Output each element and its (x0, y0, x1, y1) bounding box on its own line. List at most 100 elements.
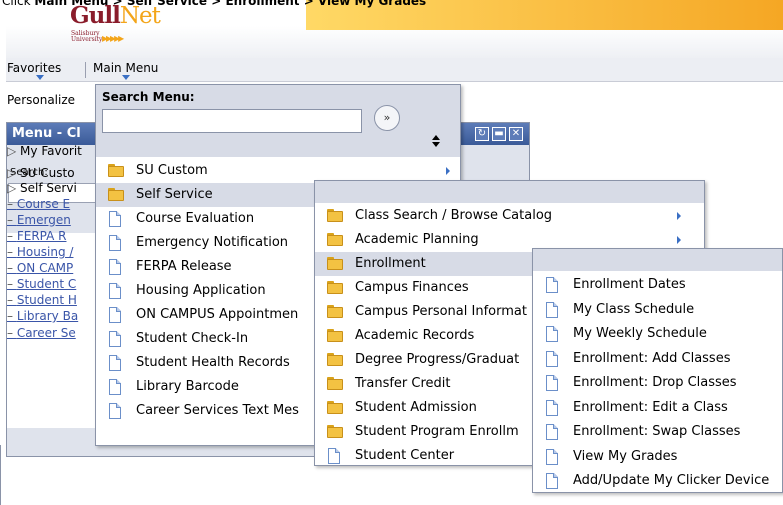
menu-level1-item-label: ON CAMPUS Appointmen (136, 307, 299, 322)
search-menu-input[interactable] (102, 109, 362, 133)
chevron-right-icon (446, 167, 450, 175)
document-icon (545, 277, 561, 293)
tree-link[interactable]: – Housing / (7, 245, 73, 259)
instruction-prefix: Click (2, 0, 35, 8)
tree-link[interactable]: – Student H (7, 293, 77, 307)
menu-level3-item[interactable]: Enrollment: Edit a Class (533, 396, 782, 420)
menu-level3-item-label: My Class Schedule (573, 301, 695, 317)
screen: GullNet Salisbury University ▸▸▸▸▸ Click… (0, 0, 783, 505)
menu-level1-item-label: Student Check-In (136, 331, 249, 346)
menu-level1-item-label: Emergency Notification (136, 235, 289, 250)
folder-icon (108, 163, 124, 178)
folder-icon (327, 256, 343, 271)
folder-icon (327, 424, 343, 439)
chevron-right-icon (677, 236, 681, 244)
tree-folder-node[interactable]: ▷ SU Custo (7, 166, 75, 180)
tree-link[interactable]: – Career Se (7, 326, 76, 340)
nav-favorites[interactable]: Favorites (7, 61, 61, 75)
pagelet-title: Menu - Cl (12, 126, 81, 141)
instruction-caption: Click Main Menu > Self Service > Enrollm… (2, 0, 426, 8)
nav-main-menu[interactable]: Main Menu (93, 61, 158, 75)
tree-dash-icon: – (7, 229, 17, 243)
document-icon (108, 211, 124, 227)
folder-icon (327, 280, 343, 295)
folder-icon (327, 376, 343, 391)
menu-level3-item[interactable]: View My Grades (533, 445, 782, 469)
menu-level1-item-label: Housing Application (136, 283, 266, 298)
tree-link[interactable]: – Student C (7, 277, 76, 291)
tree-label: Student H (16, 293, 77, 307)
tree-label: Housing / (16, 245, 74, 259)
menu-level3-item[interactable]: Enrollment: Swap Classes (533, 420, 782, 444)
sort-icon[interactable] (431, 135, 441, 151)
expand-triangle-icon: ▷ (7, 166, 21, 180)
menu-level2-item-label: Academic Planning (355, 232, 479, 247)
tree-link[interactable]: – ON CAMP (7, 261, 73, 275)
tree-folder-node[interactable]: ▷ My Favorit (7, 144, 82, 158)
tree-link[interactable]: – FERPA R (7, 229, 66, 243)
logo-arrows-icon: ▸▸▸▸▸ (102, 31, 124, 45)
refresh-icon[interactable]: ↻ (475, 127, 489, 141)
menu-level2-item-label: Degree Progress/Graduat (355, 352, 520, 367)
chevron-right-icon (677, 212, 681, 220)
submenu-header-strip (533, 249, 782, 271)
tree-dash-icon: – (7, 261, 17, 275)
logo-institution-line2: University (71, 36, 103, 43)
menu-level2-item-label: Student Admission (355, 400, 477, 415)
folder-icon (327, 352, 343, 367)
tree-label: Student C (16, 277, 77, 291)
gullnet-logo[interactable]: GullNet Salisbury University ▸▸▸▸▸ (70, 2, 190, 54)
document-icon (545, 473, 561, 489)
menu-level2-item[interactable]: Class Search / Browse Catalog (315, 204, 704, 228)
document-icon (545, 350, 561, 367)
tree-dash-icon: – (7, 213, 17, 227)
menu-level3-item[interactable]: Enrollment Dates (533, 273, 782, 297)
tree-folder-node[interactable]: ▷ Self Servi (7, 181, 77, 195)
minimize-icon[interactable]: ▬ (492, 127, 506, 141)
search-go-button[interactable]: » (374, 105, 400, 131)
document-icon (108, 379, 124, 395)
menu-level3-item[interactable]: My Class Schedule (533, 298, 782, 322)
tree-dash-icon: – (7, 293, 17, 307)
menu-level2-item-label: Campus Finances (355, 280, 469, 295)
menu-level1-item-label: SU Custom (136, 163, 208, 178)
menu-level3-item[interactable]: Enrollment: Drop Classes (533, 371, 782, 395)
menu-level2-item-label: Enrollment (355, 256, 426, 271)
menu-level3-item[interactable]: Enrollment: Add Classes (533, 347, 782, 371)
main-menu-chevron-down-icon[interactable] (122, 75, 130, 80)
menu-level2-item-label: Academic Records (355, 328, 475, 343)
header-band: GullNet Salisbury University ▸▸▸▸▸ (6, 0, 783, 58)
menu-level1-item-label: Self Service (136, 187, 213, 202)
tree-dash-icon: – (7, 197, 17, 211)
document-icon (545, 301, 561, 318)
close-icon[interactable]: ✕ (509, 127, 523, 141)
folder-icon (108, 187, 124, 202)
folder-icon (327, 208, 343, 223)
menu-level2-item-label: Transfer Credit (355, 376, 451, 391)
document-icon (545, 399, 561, 416)
tree-label: Emergen (16, 213, 71, 227)
menu-level3-item-label: My Weekly Schedule (573, 326, 707, 341)
tree-dash-icon: – (7, 326, 17, 340)
personalize-link[interactable]: Personalize (7, 93, 75, 107)
expand-triangle-icon: ▷ (7, 181, 21, 195)
tree-link[interactable]: – Course E (7, 197, 70, 211)
nav-divider (85, 62, 86, 78)
favorites-chevron-down-icon[interactable] (36, 75, 44, 80)
top-nav: Favorites Main Menu (6, 58, 783, 82)
document-icon (108, 307, 124, 323)
tree-label: Career Se (16, 326, 76, 340)
tree-link[interactable]: – Library Ba (7, 309, 78, 323)
tree-dash-icon: – (7, 277, 17, 291)
document-icon (545, 326, 561, 342)
menu-level3-item-label: View My Grades (573, 448, 678, 464)
menu-level1-item-label: FERPA Release (136, 259, 232, 274)
document-icon (108, 355, 124, 371)
tree-link[interactable]: – Emergen (7, 213, 71, 227)
document-icon (545, 448, 561, 465)
document-icon (108, 331, 124, 347)
menu-level3-item[interactable]: My Weekly Schedule (533, 322, 782, 346)
menu-level3-item[interactable]: Add/Update My Clicker Device (533, 469, 782, 493)
menu-level2-item-label: Class Search / Browse Catalog (355, 208, 553, 223)
tree-label: FERPA R (16, 229, 67, 243)
